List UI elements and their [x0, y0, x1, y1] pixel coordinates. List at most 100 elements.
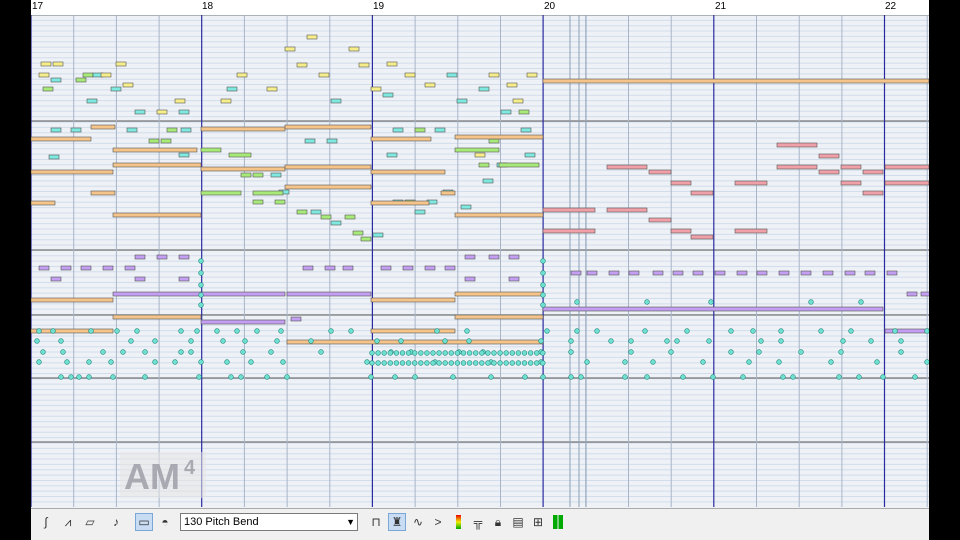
note-dot[interactable]	[234, 328, 240, 334]
note-block[interactable]	[148, 138, 160, 144]
note-dot[interactable]	[364, 359, 370, 365]
note-block[interactable]	[884, 164, 929, 170]
note-block[interactable]	[404, 72, 416, 78]
measure-ruler[interactable]: 17 18 19 20 21 22	[31, 0, 929, 16]
note-dot[interactable]	[485, 350, 491, 356]
note-dot[interactable]	[76, 374, 82, 380]
note-dot[interactable]	[120, 349, 126, 355]
note-dot[interactable]	[460, 360, 467, 366]
note-dot[interactable]	[412, 374, 418, 380]
note-dot[interactable]	[188, 349, 194, 355]
note-block[interactable]	[370, 169, 446, 175]
note-dot[interactable]	[485, 360, 491, 366]
note-block[interactable]	[542, 207, 596, 213]
note-dot[interactable]	[198, 270, 204, 276]
note-block[interactable]	[156, 254, 168, 260]
note-dot[interactable]	[534, 360, 540, 366]
note-block[interactable]	[252, 172, 264, 178]
bars-icon[interactable]: ⊓	[367, 513, 385, 531]
note-block[interactable]	[382, 92, 394, 98]
note-block[interactable]	[326, 138, 338, 144]
note-block[interactable]	[800, 270, 812, 276]
note-block[interactable]	[110, 86, 122, 92]
note-dot[interactable]	[628, 349, 634, 355]
note-dot[interactable]	[172, 359, 178, 365]
note-dot[interactable]	[34, 338, 40, 344]
pencil-icon[interactable]: ⩘	[59, 513, 77, 531]
note-block[interactable]	[734, 228, 768, 234]
note-block[interactable]	[822, 270, 834, 276]
note-block[interactable]	[134, 276, 146, 282]
note-block[interactable]	[330, 98, 342, 104]
note-dot[interactable]	[746, 359, 752, 365]
note-dot[interactable]	[491, 350, 497, 356]
note-dot[interactable]	[874, 359, 880, 365]
note-block[interactable]	[112, 314, 202, 320]
note-dot[interactable]	[398, 338, 404, 344]
note-dot[interactable]	[188, 338, 194, 344]
note-dot[interactable]	[412, 350, 418, 356]
level-icon[interactable]	[549, 513, 567, 531]
note-dot[interactable]	[448, 350, 454, 356]
note-dot[interactable]	[644, 299, 650, 305]
note-block[interactable]	[112, 291, 202, 297]
note-block[interactable]	[290, 316, 302, 322]
note-block[interactable]	[488, 254, 500, 260]
bench-icon[interactable]: ╦	[469, 513, 487, 531]
stamp-icon[interactable]: ♜	[388, 513, 406, 531]
note-block[interactable]	[112, 162, 202, 168]
note-dot[interactable]	[284, 374, 290, 380]
note-dot[interactable]	[198, 302, 204, 308]
meter-icon[interactable]	[449, 513, 467, 531]
note-block[interactable]	[178, 109, 190, 115]
note-dot[interactable]	[36, 328, 42, 334]
note-block[interactable]	[75, 77, 87, 83]
note-block[interactable]	[444, 265, 456, 271]
note-grid[interactable]	[31, 15, 929, 507]
note-block[interactable]	[608, 270, 620, 276]
note-block[interactable]	[200, 166, 286, 172]
note-block[interactable]	[454, 212, 544, 218]
note-block[interactable]	[200, 126, 286, 132]
note-block[interactable]	[80, 265, 92, 271]
note-block[interactable]	[270, 172, 282, 178]
note-dot[interactable]	[274, 338, 280, 344]
note-dot[interactable]	[880, 374, 886, 380]
note-dot[interactable]	[680, 374, 686, 380]
note-dot[interactable]	[515, 350, 522, 356]
note-block[interactable]	[310, 209, 322, 215]
note-dot[interactable]	[178, 349, 184, 355]
note-block[interactable]	[180, 127, 192, 133]
note-dot[interactable]	[912, 374, 918, 380]
note-dot[interactable]	[509, 360, 515, 366]
note-block[interactable]	[736, 270, 748, 276]
note-dot[interactable]	[178, 328, 184, 334]
note-block[interactable]	[482, 178, 494, 184]
note-dot[interactable]	[464, 328, 470, 334]
note-block[interactable]	[844, 270, 856, 276]
note-block[interactable]	[302, 265, 314, 271]
note-block[interactable]	[886, 270, 898, 276]
note-block[interactable]	[156, 109, 168, 115]
note-block[interactable]	[776, 164, 818, 170]
note-dot[interactable]	[479, 360, 485, 366]
note-dot[interactable]	[58, 338, 64, 344]
note-dot[interactable]	[152, 338, 158, 344]
note-block[interactable]	[286, 291, 372, 297]
note-dot[interactable]	[348, 328, 354, 334]
note-dot[interactable]	[488, 374, 494, 380]
note-dot[interactable]	[758, 338, 764, 344]
note-dot[interactable]	[868, 338, 874, 344]
note-block[interactable]	[60, 265, 72, 271]
note-dot[interactable]	[220, 338, 226, 344]
note-block[interactable]	[690, 234, 714, 240]
note-block[interactable]	[460, 204, 472, 210]
note-dot[interactable]	[568, 374, 574, 380]
note-block[interactable]	[670, 180, 692, 186]
note-block[interactable]	[478, 86, 490, 92]
controller-select[interactable]: 130 Pitch Bend ▼	[180, 513, 358, 531]
note-block[interactable]	[286, 339, 544, 345]
note-dot[interactable]	[544, 328, 550, 334]
note-block[interactable]	[434, 127, 446, 133]
note-block[interactable]	[31, 200, 56, 206]
